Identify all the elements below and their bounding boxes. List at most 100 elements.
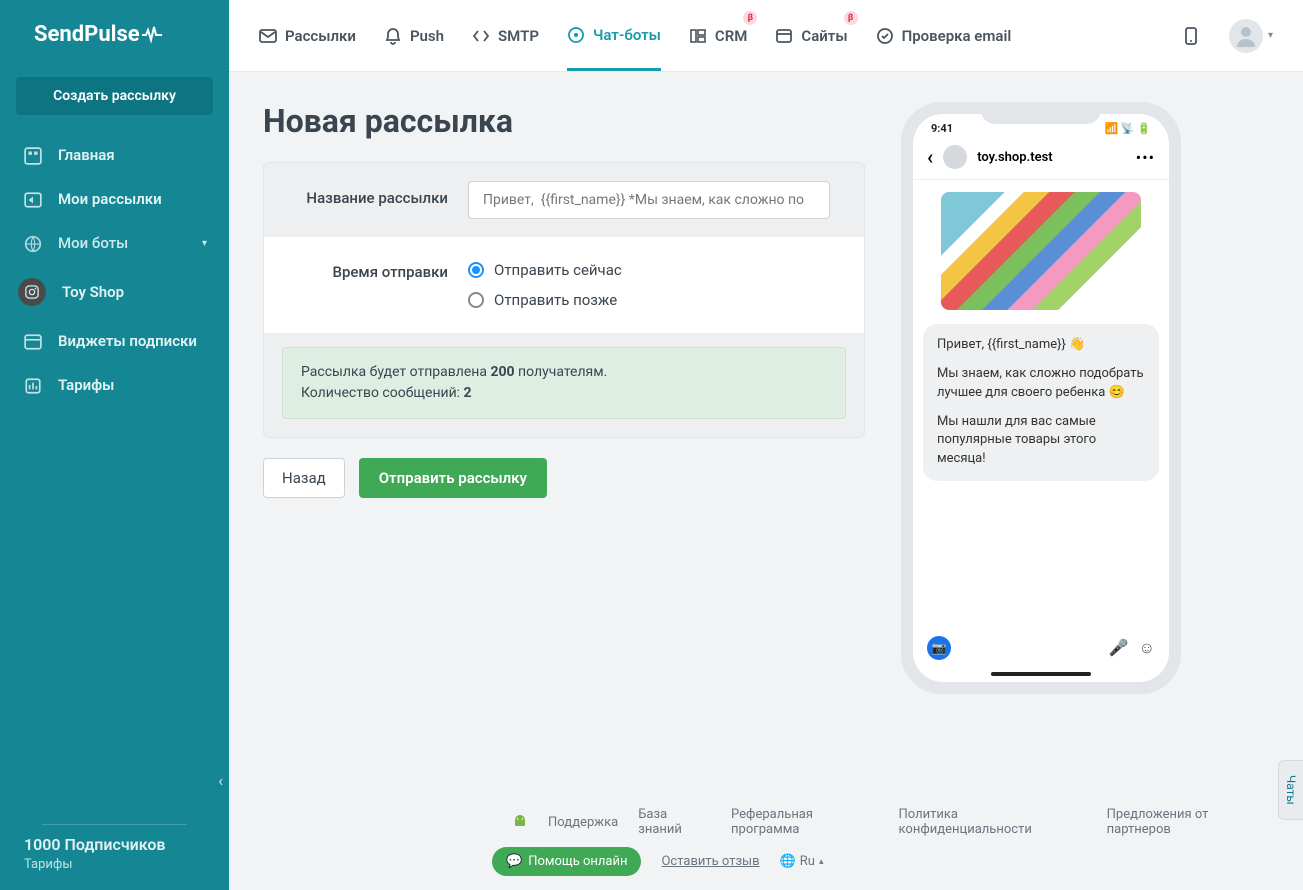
sidebar-label: Тарифы (58, 376, 114, 394)
sidebar-item-bots[interactable]: Мои боты ▾ (0, 221, 229, 265)
instagram-icon (18, 278, 46, 306)
footer-link[interactable]: Предложения от партнеров (1107, 807, 1269, 837)
footer-link[interactable]: Политика конфиденциальности (899, 807, 1087, 837)
chat-bubble-icon: 💬 (506, 854, 522, 869)
language-selector[interactable]: 🌐 Ru ▴ (780, 854, 824, 869)
nav-sites[interactable]: Сайты β (775, 3, 847, 69)
sidebar-item-campaigns[interactable]: Мои рассылки (0, 177, 229, 221)
check-icon (876, 27, 894, 45)
more-icon[interactable]: ••• (1136, 148, 1155, 167)
chat-account-name: toy.shop.test (977, 150, 1126, 165)
nav-email-check[interactable]: Проверка email (876, 3, 1012, 69)
time-label: Время отправки (298, 255, 468, 281)
create-campaign-button[interactable]: Создать рассылку (16, 77, 213, 115)
sidebar-footer: 1000 Подписчиков Тарифы (0, 824, 229, 890)
sidebar-label: Виджеты подписки (58, 332, 197, 350)
android-icon[interactable] (512, 814, 528, 830)
code-icon (472, 27, 490, 45)
page-content: Новая рассылка Название рассылки Время о… (229, 72, 1303, 890)
page-title: Новая рассылка (263, 102, 865, 140)
sidebar-item-home[interactable]: Главная (0, 133, 229, 177)
nav-label: Проверка email (902, 27, 1012, 45)
home-icon (24, 147, 40, 163)
phone-preview: 9:41 📶 📡 🔋 ‹ toy.shop.test ••• Привет, {… (901, 102, 1191, 860)
radio-label: Отправить позже (494, 291, 617, 309)
camera-icon[interactable]: 📷 (927, 636, 951, 660)
emoji-icon[interactable]: ☺ (1139, 638, 1155, 658)
sidebar-item-tariffs[interactable]: Тарифы (0, 363, 229, 407)
tariff-link[interactable]: Тарифы (24, 857, 205, 872)
nav-chatbots[interactable]: Чат-боты (567, 2, 661, 71)
globe-icon: 🌐 (780, 854, 796, 869)
avatar-icon (1229, 19, 1263, 53)
status-icons: 📶 📡 🔋 (1104, 122, 1151, 135)
nav-crm[interactable]: CRM β (689, 3, 747, 69)
sites-icon (775, 27, 793, 45)
sidebar-item-toy-shop[interactable]: Toy Shop (0, 265, 229, 319)
home-indicator (991, 672, 1091, 676)
back-icon[interactable]: ‹ (927, 145, 933, 169)
footer: Поддержка База знаний Реферальная програ… (458, 793, 1303, 890)
send-icon (24, 191, 40, 207)
sidebar-label: Мои боты (58, 234, 128, 252)
name-label: Название рассылки (298, 181, 468, 207)
logo[interactable]: SendPulse (0, 0, 229, 69)
crm-icon (689, 27, 707, 45)
product-image (941, 192, 1141, 310)
chat-input-bar: 📷 🎤 ☺ (913, 628, 1169, 668)
campaign-name-input[interactable] (468, 181, 830, 219)
sidebar-label: Мои рассылки (58, 190, 162, 208)
beta-badge: β (844, 11, 858, 25)
footer-link[interactable]: База знаний (638, 807, 711, 837)
nav-smtp[interactable]: SMTP (472, 3, 539, 69)
nav-label: Рассылки (285, 27, 356, 45)
globe-icon (24, 235, 40, 251)
mic-icon[interactable]: 🎤 (1109, 638, 1129, 658)
chevron-down-icon: ▾ (202, 238, 207, 249)
radio-label: Отправить сейчас (494, 261, 622, 279)
mobile-icon[interactable] (1181, 26, 1201, 46)
sidebar-item-widgets[interactable]: Виджеты подписки (0, 319, 229, 363)
footer-link[interactable]: Реферальная программа (731, 807, 878, 837)
nav-label: Чат-боты (593, 26, 661, 44)
mail-icon (259, 27, 277, 45)
leave-review-link[interactable]: Оставить отзыв (661, 854, 759, 869)
chat-icon (567, 26, 585, 44)
phone-notch (981, 102, 1101, 124)
chevron-down-icon: ▾ (1268, 30, 1273, 41)
radio-send-now[interactable]: Отправить сейчас (468, 255, 830, 285)
nav-label: SMTP (498, 27, 539, 45)
chat-header: ‹ toy.shop.test ••• (913, 139, 1169, 180)
radio-send-later[interactable]: Отправить позже (468, 285, 830, 315)
send-campaign-button[interactable]: Отправить рассылку (359, 458, 547, 498)
radio-icon (468, 262, 484, 278)
back-button[interactable]: Назад (263, 458, 345, 498)
top-nav: Рассылки Push SMTP Чат-боты CRM β Сайты … (229, 0, 1303, 72)
widget-icon (24, 333, 40, 349)
footer-link[interactable]: Поддержка (548, 815, 618, 830)
sidebar-label: Toy Shop (62, 283, 124, 301)
chat-body: Привет, {{first_name}} 👋 Мы знаем, как с… (913, 180, 1169, 628)
nav-label: Push (410, 27, 444, 45)
nav-label: Сайты (801, 27, 847, 45)
beta-badge: β (743, 11, 757, 25)
user-menu[interactable]: ▾ (1229, 19, 1273, 53)
nav-label: CRM (715, 27, 747, 45)
chevron-up-icon: ▴ (819, 857, 824, 867)
status-time: 9:41 (931, 122, 953, 135)
sidebar-label: Главная (58, 146, 115, 164)
chat-avatar-icon (943, 145, 967, 169)
nav-campaigns[interactable]: Рассылки (259, 3, 356, 69)
nav-push[interactable]: Push (384, 3, 444, 69)
campaign-form-card: Название рассылки Время отправки Отправи… (263, 162, 865, 438)
subscriber-count: 1000 Подписчиков (24, 835, 205, 854)
tariff-icon (24, 377, 40, 393)
pulse-icon (142, 26, 162, 44)
bell-icon (384, 27, 402, 45)
sidebar: SendPulse Создать рассылку Главная Мои р… (0, 0, 229, 890)
collapse-sidebar-icon[interactable]: ‹ (218, 771, 223, 790)
main: Рассылки Push SMTP Чат-боты CRM β Сайты … (229, 0, 1303, 890)
help-online-button[interactable]: 💬 Помощь онлайн (492, 847, 641, 876)
radio-icon (468, 292, 484, 308)
chats-side-tab[interactable]: Чаты (1278, 760, 1303, 820)
